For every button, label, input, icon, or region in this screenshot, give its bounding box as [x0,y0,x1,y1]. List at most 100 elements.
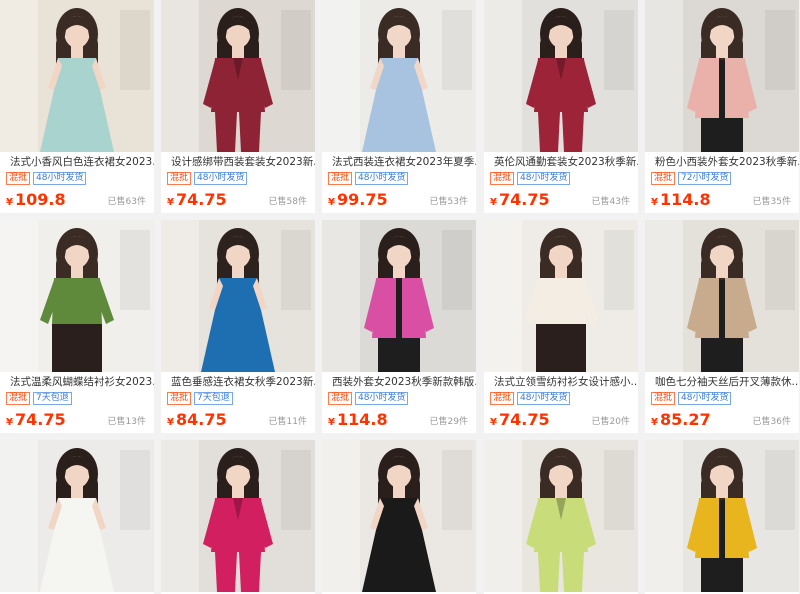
product-card[interactable]: 咖色七分袖天丝后开叉薄款休... 混批 48小时发货 ¥85.27 已售36件 [645,220,799,433]
product-card[interactable] [484,440,638,594]
product-image[interactable] [645,0,799,152]
wholesale-badge: 混批 [167,172,192,185]
product-price: ¥74.75 [490,189,550,213]
price-row: ¥74.75 已售43件 [484,189,638,211]
product-image[interactable] [645,440,799,592]
product-card[interactable]: 英伦风通勤套装女2023秋季新... 混批 48小时发货 ¥74.75 已售43件 [484,0,638,213]
product-price: ¥99.75 [328,189,388,213]
product-card[interactable]: 法式小香风白色连衣裙女2023... 混批 48小时发货 ¥109.8 已售63件 [0,0,154,213]
product-tags: 混批 48小时发货 [161,172,315,186]
price-row: ¥84.75 已售11件 [161,409,315,431]
sold-count: 已售20件 [591,417,630,427]
product-info: 法式小香风白色连衣裙女2023... 混批 48小时发货 ¥109.8 已售63件 [0,152,154,211]
product-info: 英伦风通勤套装女2023秋季新... 混批 48小时发货 ¥74.75 已售43件 [484,152,638,211]
product-card[interactable]: 法式立领雪纺衬衫女设计感小... 混批 48小时发货 ¥74.75 已售20件 [484,220,638,433]
product-image[interactable] [484,440,638,592]
product-card[interactable] [161,440,315,594]
currency-symbol: ¥ [490,417,497,428]
product-price: ¥109.8 [6,189,66,213]
product-title[interactable]: 设计感绑带西装套装女2023新... [161,155,315,170]
service-badge: 7天包退 [194,392,233,405]
product-price: ¥74.75 [6,409,66,433]
sold-count: 已售29件 [429,417,468,427]
product-card[interactable] [645,440,799,594]
price-row: ¥99.75 已售53件 [322,189,476,211]
product-tags: 混批 7天包退 [161,392,315,406]
sold-count: 已售43件 [591,197,630,207]
product-price: ¥114.8 [651,189,711,213]
product-price: ¥84.75 [167,409,227,433]
wholesale-badge: 混批 [651,172,676,185]
price-row: ¥74.75 已售13件 [0,409,154,431]
product-image[interactable] [0,0,154,152]
product-image[interactable] [322,0,476,152]
product-image[interactable] [484,0,638,152]
product-image[interactable] [0,220,154,372]
price-value: 74.75 [498,190,550,209]
product-title[interactable]: 法式西装连衣裙女2023年夏季... [322,155,476,170]
product-card[interactable]: 法式温柔风蝴蝶结衬衫女2023... 混批 7天包退 ¥74.75 已售13件 [0,220,154,433]
price-row: ¥109.8 已售63件 [0,189,154,211]
product-title[interactable]: 咖色七分袖天丝后开叉薄款休... [645,375,799,390]
service-badge: 72小时发货 [678,172,732,185]
product-title[interactable]: 粉色小西装外套女2023秋季新... [645,155,799,170]
product-tags: 混批 7天包退 [0,392,154,406]
product-title[interactable]: 蓝色垂感连衣裙女秋季2023新... [161,375,315,390]
price-value: 85.27 [659,410,711,429]
product-tags: 混批 48小时发货 [484,392,638,406]
price-row: ¥74.75 已售58件 [161,189,315,211]
product-title[interactable]: 法式温柔风蝴蝶结衬衫女2023... [0,375,154,390]
product-image[interactable] [161,220,315,372]
product-info: 西装外套女2023秋季新款韩版... 混批 48小时发货 ¥114.8 已售29件 [322,372,476,431]
product-price: ¥114.8 [328,409,388,433]
price-row: ¥74.75 已售20件 [484,409,638,431]
product-info: 蓝色垂感连衣裙女秋季2023新... 混批 7天包退 ¥84.75 已售11件 [161,372,315,431]
currency-symbol: ¥ [167,417,174,428]
product-info: 设计感绑带西装套装女2023新... 混批 48小时发货 ¥74.75 已售58件 [161,152,315,211]
wholesale-badge: 混批 [328,172,353,185]
product-info: 法式温柔风蝴蝶结衬衫女2023... 混批 7天包退 ¥74.75 已售13件 [0,372,154,431]
sold-count: 已售36件 [752,417,791,427]
price-value: 84.75 [175,410,227,429]
product-card[interactable]: 蓝色垂感连衣裙女秋季2023新... 混批 7天包退 ¥84.75 已售11件 [161,220,315,433]
product-title[interactable]: 英伦风通勤套装女2023秋季新... [484,155,638,170]
product-image[interactable] [322,440,476,592]
sold-count: 已售63件 [107,197,146,207]
product-card[interactable] [0,440,154,594]
product-card[interactable] [322,440,476,594]
service-badge: 48小时发货 [194,172,248,185]
wholesale-badge: 混批 [490,392,515,405]
product-tags: 混批 48小时发货 [322,392,476,406]
wholesale-badge: 混批 [651,392,676,405]
product-image[interactable] [161,440,315,592]
currency-symbol: ¥ [490,197,497,208]
sold-count: 已售53件 [429,197,468,207]
product-title[interactable]: 西装外套女2023秋季新款韩版... [322,375,476,390]
service-badge: 48小时发货 [517,172,571,185]
product-image[interactable] [0,440,154,592]
sold-count: 已售11件 [268,417,307,427]
product-image[interactable] [161,0,315,152]
product-title[interactable]: 法式立领雪纺衬衫女设计感小... [484,375,638,390]
product-card[interactable]: 西装外套女2023秋季新款韩版... 混批 48小时发货 ¥114.8 已售29件 [322,220,476,433]
product-price: ¥85.27 [651,409,711,433]
product-tags: 混批 48小时发货 [484,172,638,186]
product-grid: 法式小香风白色连衣裙女2023... 混批 48小时发货 ¥109.8 已售63件 设计感… [0,0,800,594]
product-image[interactable] [484,220,638,372]
product-card[interactable]: 法式西装连衣裙女2023年夏季... 混批 48小时发货 ¥99.75 已售53件 [322,0,476,213]
sold-count: 已售35件 [752,197,791,207]
product-card[interactable]: 粉色小西装外套女2023秋季新... 混批 72小时发货 ¥114.8 已售35件 [645,0,799,213]
currency-symbol: ¥ [167,197,174,208]
product-price: ¥74.75 [167,189,227,213]
product-tags: 混批 48小时发货 [322,172,476,186]
product-image[interactable] [322,220,476,372]
price-value: 74.75 [498,410,550,429]
product-info: 法式西装连衣裙女2023年夏季... 混批 48小时发货 ¥99.75 已售53件 [322,152,476,211]
product-tags: 混批 72小时发货 [645,172,799,186]
currency-symbol: ¥ [651,197,658,208]
product-image[interactable] [645,220,799,372]
product-info: 粉色小西装外套女2023秋季新... 混批 72小时发货 ¥114.8 已售35件 [645,152,799,211]
product-title[interactable]: 法式小香风白色连衣裙女2023... [0,155,154,170]
product-card[interactable]: 设计感绑带西装套装女2023新... 混批 48小时发货 ¥74.75 已售58件 [161,0,315,213]
product-tags: 混批 48小时发货 [645,392,799,406]
